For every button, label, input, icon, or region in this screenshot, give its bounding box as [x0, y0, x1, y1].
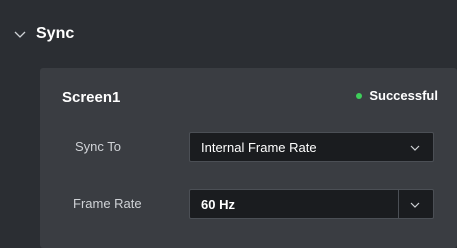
screen-card: Screen1 Successful Sync To Internal Fram… [40, 68, 457, 248]
chevron-down-icon [14, 31, 26, 38]
status-dot-icon [356, 92, 363, 99]
section-title: Sync [36, 25, 75, 42]
screen-name: Screen1 [62, 89, 121, 106]
status-indicator: Successful [356, 88, 438, 103]
frame-rate-dropdown[interactable]: 60 Hz [189, 189, 434, 219]
sync-to-label: Sync To [75, 139, 122, 154]
chevron-down-icon [410, 145, 420, 151]
frame-rate-value: 60 Hz [201, 197, 235, 212]
frame-rate-label: Frame Rate [73, 196, 142, 211]
sync-section-header[interactable]: Sync [0, 14, 457, 54]
sync-panel: Sync Screen1 Successful Sync To Internal… [0, 0, 457, 248]
sync-to-value: Internal Frame Rate [201, 140, 317, 155]
status-text: Successful [369, 88, 438, 103]
sync-to-dropdown[interactable]: Internal Frame Rate [189, 132, 434, 162]
chevron-down-icon[interactable] [409, 199, 421, 211]
dropdown-divider [398, 190, 399, 218]
